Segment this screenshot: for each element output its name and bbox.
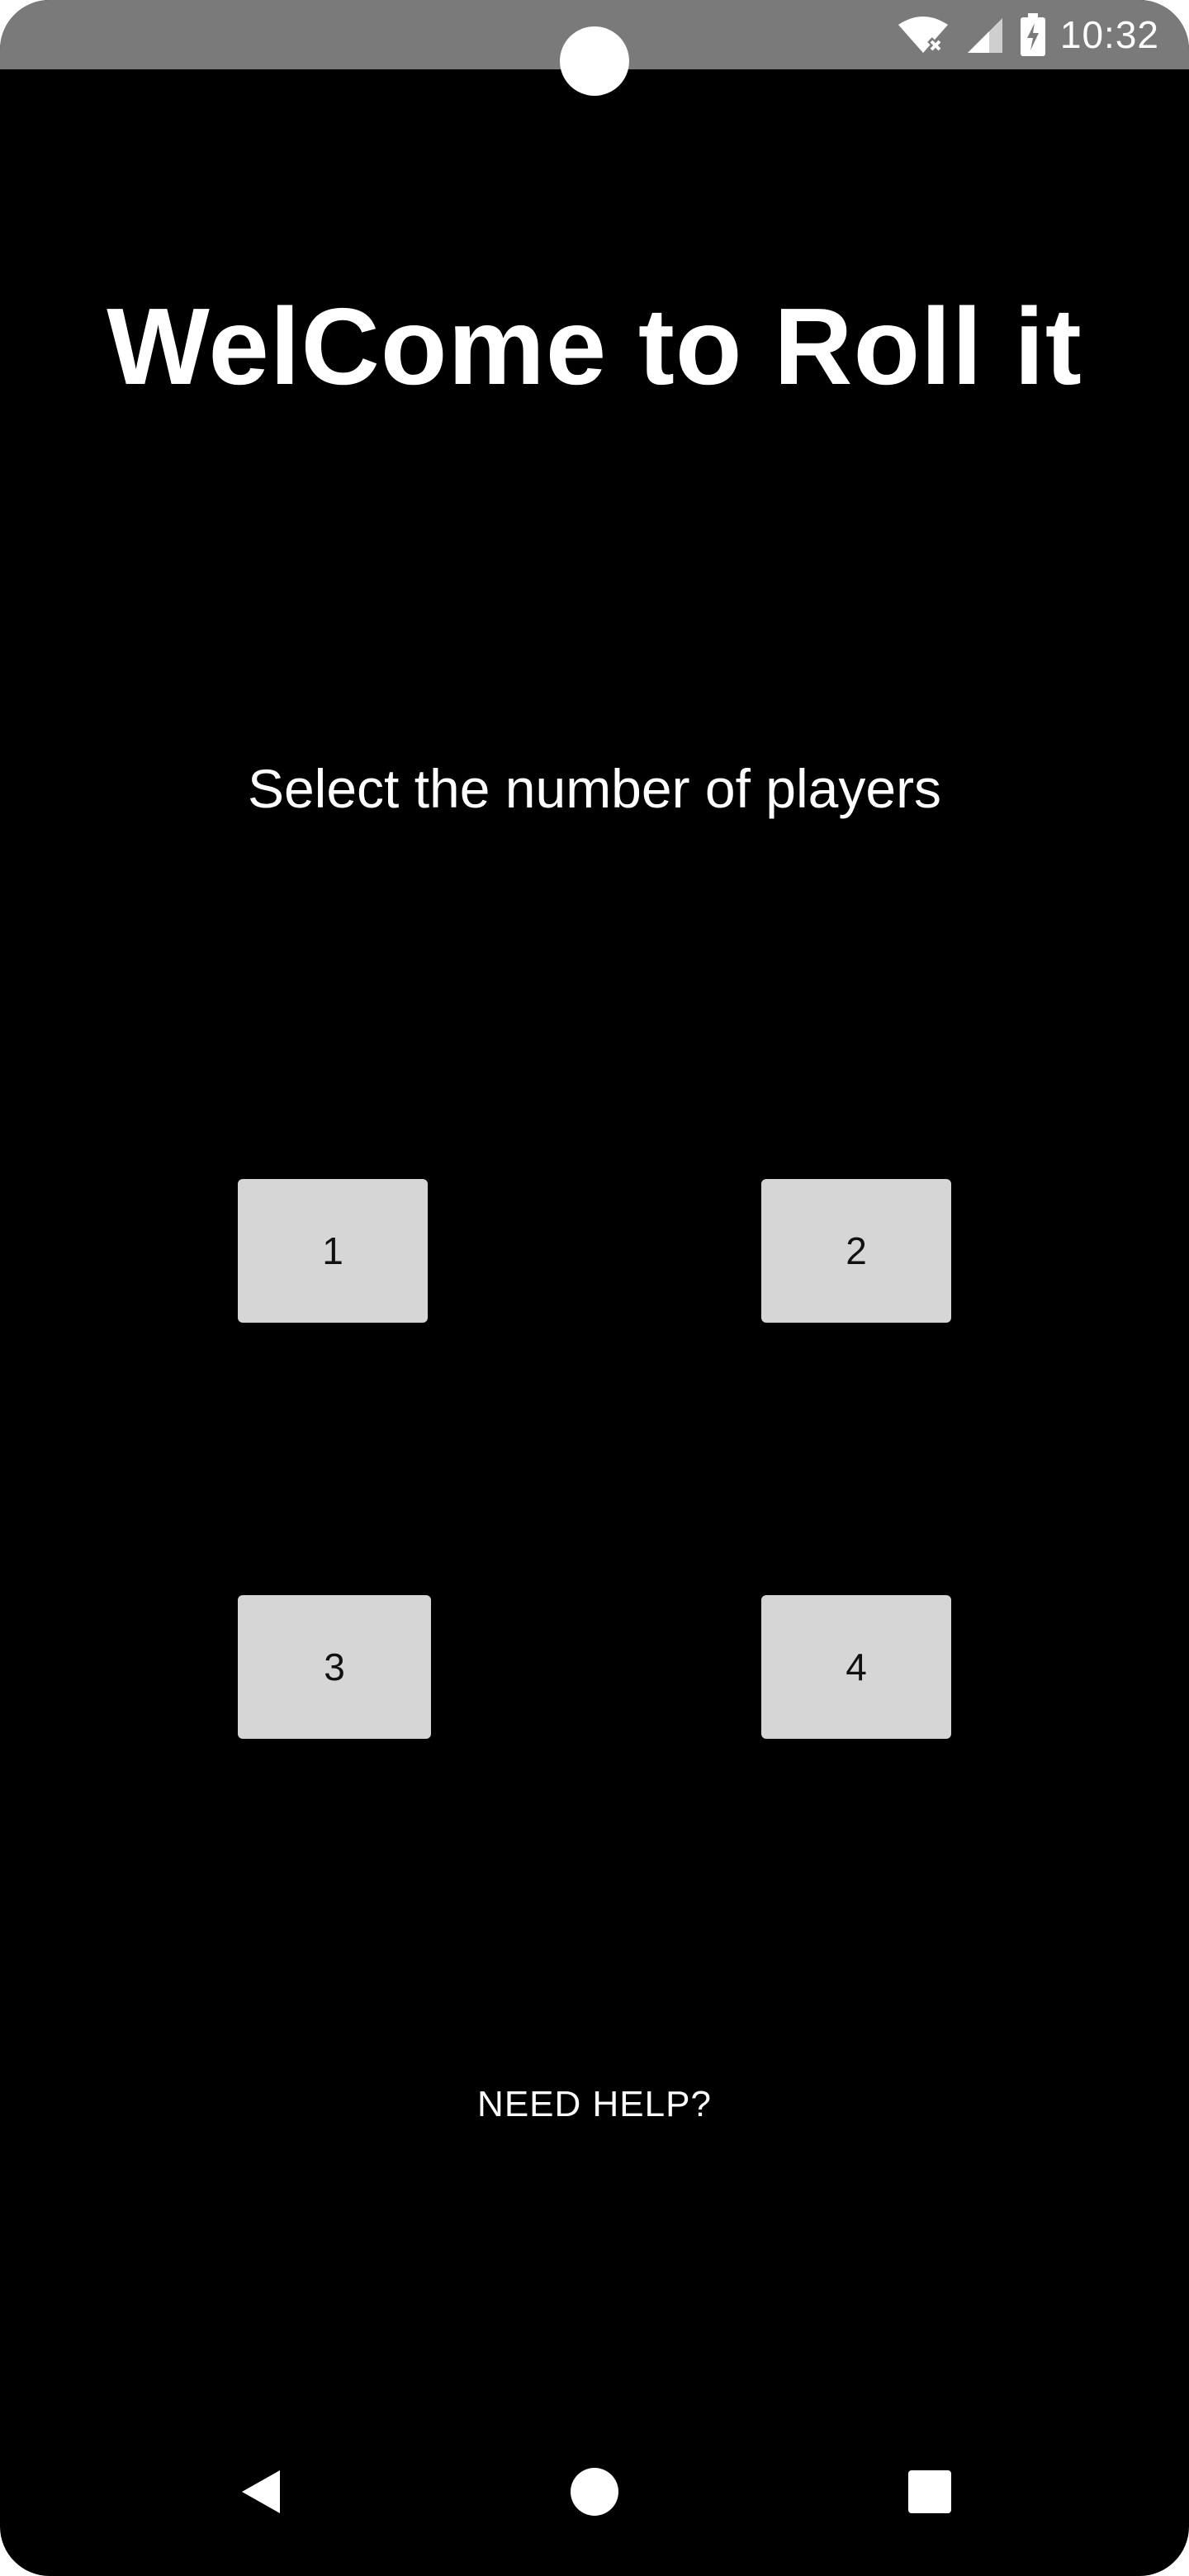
status-icons: 10:32: [897, 8, 1159, 61]
home-button[interactable]: [545, 2444, 644, 2543]
page-title: WelCome to Roll it: [107, 286, 1082, 407]
recents-button[interactable]: [880, 2444, 979, 2543]
recents-icon: [907, 2469, 952, 2518]
player-3-button[interactable]: 3: [238, 1595, 431, 1739]
cell-signal-icon: [964, 15, 1006, 54]
app-screen: 10:32 WelCome to Roll it Select the numb…: [0, 0, 1189, 2576]
navigation-bar: [0, 2444, 1189, 2576]
home-icon: [570, 2467, 619, 2521]
back-icon: [239, 2467, 283, 2521]
player-2-button[interactable]: 2: [761, 1179, 951, 1323]
wifi-off-icon: [897, 15, 950, 54]
status-time: 10:32: [1059, 13, 1159, 56]
player-1-button[interactable]: 1: [238, 1179, 428, 1323]
camera-cutout: [560, 26, 629, 96]
battery-charging-icon: [1020, 13, 1045, 56]
back-button[interactable]: [211, 2444, 310, 2543]
player-count-prompt: Select the number of players: [247, 758, 942, 819]
player-4-button[interactable]: 4: [761, 1595, 951, 1739]
need-help-button[interactable]: NEED HELP?: [0, 2076, 1189, 2133]
